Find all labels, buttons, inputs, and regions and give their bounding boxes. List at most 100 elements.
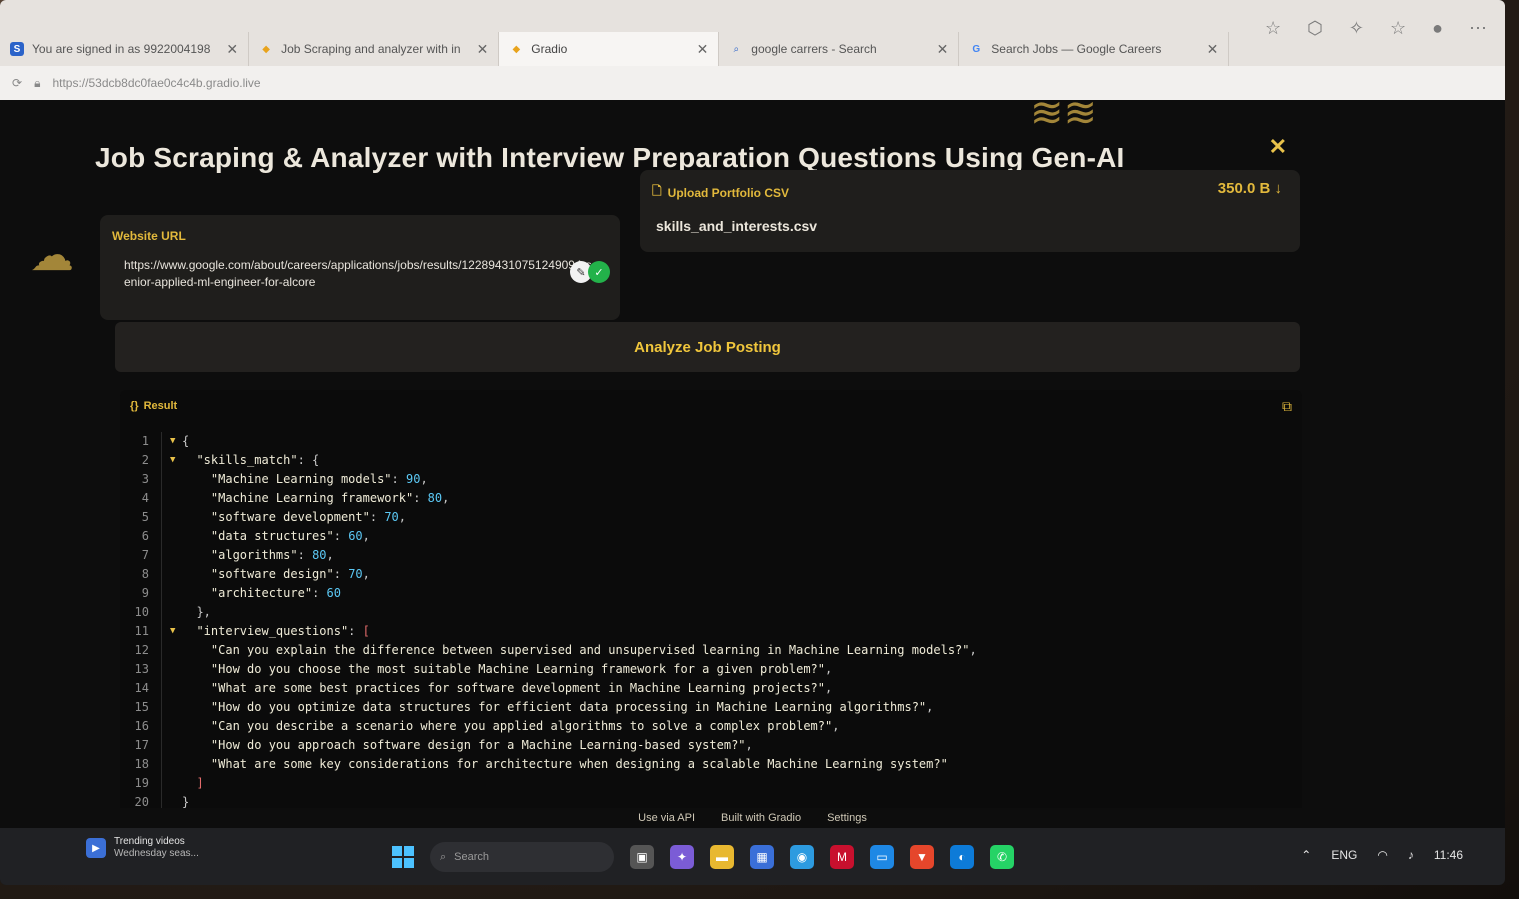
- fold-gutter: [170, 565, 182, 584]
- refresh-icon[interactable]: ⟳: [12, 76, 22, 90]
- fold-gutter: [170, 546, 182, 565]
- fold-gutter: [170, 736, 182, 755]
- app-icon[interactable]: ▭: [870, 845, 894, 869]
- close-icon[interactable]: ✕: [937, 41, 949, 58]
- fold-gutter: [170, 679, 182, 698]
- copy-icon[interactable]: ⧉: [1282, 398, 1292, 415]
- tab-label: Search Jobs — Google Careers: [991, 42, 1162, 56]
- gradio-footer: Use via API Built with Gradio Settings: [0, 808, 1505, 828]
- whatsapp-icon[interactable]: ✆: [990, 845, 1014, 869]
- brave-icon[interactable]: ▼: [910, 845, 934, 869]
- braces-icon: {}: [130, 400, 139, 412]
- uploaded-file-name[interactable]: skills_and_interests.csv: [656, 218, 817, 234]
- s-favicon-icon: S: [10, 42, 24, 56]
- tab-job-scraping[interactable]: ◆ Job Scraping and analyzer with in ✕: [249, 32, 500, 66]
- chrome-icon[interactable]: ◉: [790, 845, 814, 869]
- line-number: 1: [132, 432, 162, 451]
- line-number: 10: [132, 603, 162, 622]
- close-icon[interactable]: ✕: [1269, 134, 1287, 160]
- tab-gradio[interactable]: ◆ Gradio ✕: [499, 32, 720, 66]
- mcafee-icon[interactable]: M: [830, 845, 854, 869]
- address-bar[interactable]: ⟳ 🔒︎ https://53dcb8dc0fae0c4c4b.gradio.l…: [0, 66, 1505, 100]
- built-with-gradio-link[interactable]: Built with Gradio: [721, 812, 801, 824]
- fold-toggle-icon[interactable]: ▼: [170, 622, 182, 641]
- close-icon[interactable]: ✕: [697, 41, 709, 58]
- volume-icon[interactable]: ♪: [1408, 848, 1414, 862]
- json-line: 19 ]: [132, 774, 977, 793]
- json-line: 8 "software design": 70,: [132, 565, 977, 584]
- system-tray: ⌃ ENG ◠ ♪ 11:46: [1301, 848, 1463, 862]
- store-icon[interactable]: ▦: [750, 845, 774, 869]
- monitor-screen: S You are signed in as 9922004198 ✕ ◆ Jo…: [0, 0, 1505, 885]
- gradio-favicon-icon: ◆: [262, 43, 270, 55]
- line-number: 11: [132, 622, 162, 641]
- more-icon[interactable]: ⋯: [1469, 18, 1487, 39]
- tab-signed-in[interactable]: S You are signed in as 9922004198 ✕: [0, 32, 250, 66]
- task-view-icon[interactable]: ▣: [630, 845, 654, 869]
- line-number: 12: [132, 641, 162, 660]
- clock[interactable]: 11:46: [1434, 848, 1463, 862]
- star-icon[interactable]: ☆: [1265, 18, 1281, 39]
- line-number: 13: [132, 660, 162, 679]
- question-0-text: "Can you explain the difference between …: [210, 643, 977, 657]
- fold-gutter: [170, 717, 182, 736]
- fold-toggle-icon[interactable]: ▼: [170, 451, 182, 470]
- close-icon[interactable]: ✕: [477, 41, 489, 58]
- json-punctuation: },: [196, 605, 211, 619]
- json-line: 5 "software development": 70,: [132, 508, 977, 527]
- line-number: 17: [132, 736, 162, 755]
- question-1-text: "How do you choose the most suitable Mac…: [210, 662, 833, 676]
- json-punctuation: "interview_questions": [: [196, 624, 370, 638]
- line-number: 2: [132, 451, 162, 470]
- line-number: 8: [132, 565, 162, 584]
- chevron-up-icon[interactable]: ⌃: [1301, 848, 1311, 862]
- line-number: 3: [132, 470, 162, 489]
- close-icon[interactable]: ✕: [226, 41, 238, 58]
- result-block: {} Result ⧉ 1 ▼{2 ▼ "skills_match": {3 "Ma…: [120, 390, 1302, 822]
- line-number: 4: [132, 489, 162, 508]
- trending-icon: ▶: [86, 838, 106, 858]
- json-line: 17 "How do you approach software design …: [132, 736, 977, 755]
- extension-icon[interactable]: ⬡: [1307, 18, 1323, 39]
- url-text[interactable]: https://53dcb8dc0fae0c4c4b.gradio.live: [52, 76, 260, 90]
- analyze-job-posting-button[interactable]: Analyze Job Posting: [115, 322, 1300, 372]
- file-icon: 🗋︎: [652, 184, 662, 198]
- language-indicator[interactable]: ENG: [1331, 848, 1357, 862]
- tab-google-search[interactable]: ⌕ google carrers - Search ✕: [719, 32, 960, 66]
- fold-gutter: [170, 584, 182, 603]
- grammar-icon[interactable]: ✓: [588, 261, 610, 283]
- json-line: 18 "What are some key considerations for…: [132, 755, 977, 774]
- taskbar-search[interactable]: ⌕ Search: [430, 842, 614, 872]
- download-icon[interactable]: ↓: [1275, 180, 1283, 197]
- favorites-icon[interactable]: ☆: [1390, 18, 1406, 39]
- use-via-api-link[interactable]: Use via API: [638, 812, 695, 824]
- settings-link[interactable]: Settings: [827, 812, 867, 824]
- json-viewer: 1 ▼{2 ▼ "skills_match": {3 "Machine Learni…: [132, 432, 977, 812]
- puzzle-icon[interactable]: ✧: [1349, 18, 1364, 39]
- trending-title: Trending videos: [114, 836, 185, 847]
- input-extension-badges: ✎ ✓: [570, 261, 610, 283]
- tab-google-careers[interactable]: G Search Jobs — Google Careers ✕: [959, 32, 1230, 66]
- json-line: 12 "Can you explain the difference betwe…: [132, 641, 977, 660]
- lock-icon: 🔒︎: [34, 75, 41, 90]
- skill-2-text: "software development": 70,: [210, 510, 406, 524]
- fold-toggle-icon[interactable]: ▼: [170, 432, 182, 451]
- website-url-input[interactable]: https://www.google.com/about/careers/app…: [124, 257, 594, 291]
- result-label: {} Result: [130, 400, 178, 412]
- tab-label: You are signed in as 9922004198: [32, 42, 211, 56]
- copilot-icon[interactable]: ✦: [670, 845, 694, 869]
- trending-widget[interactable]: ▶ Trending videos Wednesday seas...: [86, 836, 199, 860]
- fold-gutter: [170, 489, 182, 508]
- wifi-icon[interactable]: ◠: [1377, 848, 1387, 862]
- file-explorer-icon[interactable]: ▬: [710, 845, 734, 869]
- upload-portfolio-block: 🗋︎ Upload Portfolio CSV 350.0 B ↓ skills…: [640, 170, 1300, 252]
- skill-3-text: "data structures": 60,: [210, 529, 370, 543]
- close-icon[interactable]: ✕: [1207, 41, 1219, 58]
- search-placeholder: Search: [454, 851, 490, 863]
- json-line: 14 "What are some best practices for sof…: [132, 679, 977, 698]
- json-line: 6 "data structures": 60,: [132, 527, 977, 546]
- fold-gutter: [170, 698, 182, 717]
- windows-start-icon[interactable]: [392, 846, 414, 868]
- profile-icon[interactable]: ●: [1432, 18, 1443, 39]
- edge-icon[interactable]: ◐: [950, 845, 974, 869]
